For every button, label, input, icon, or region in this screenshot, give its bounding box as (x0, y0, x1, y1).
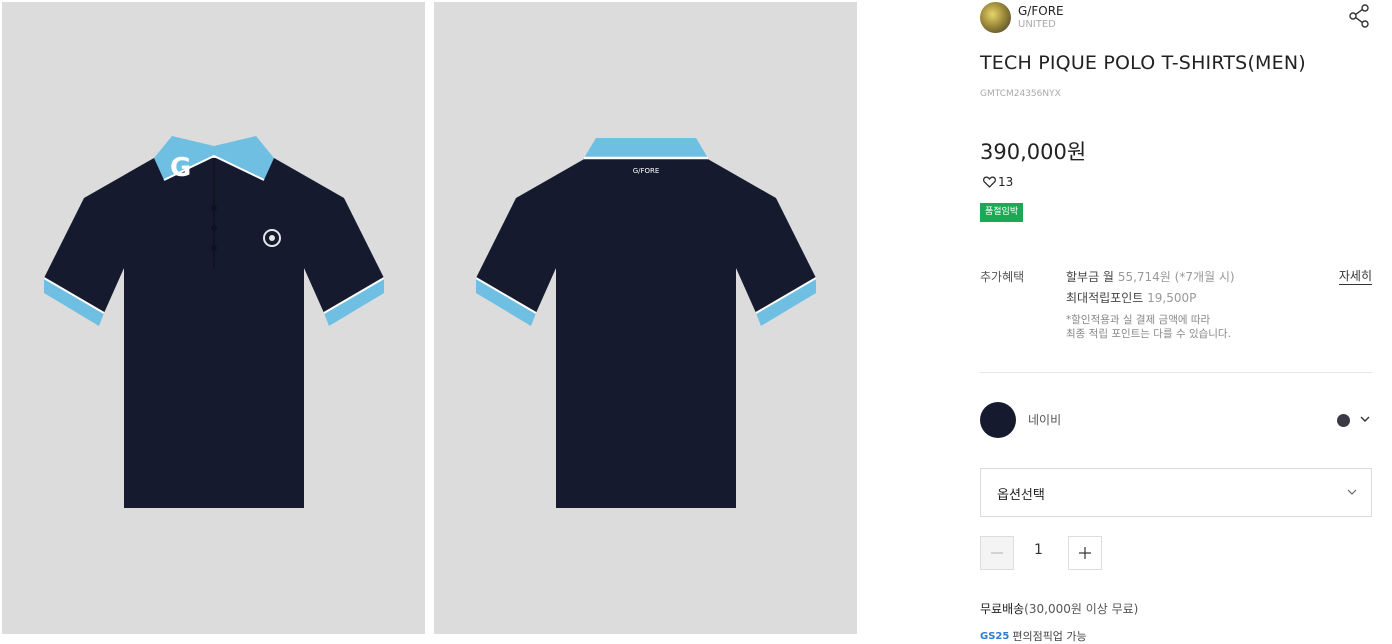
installment-value: 55,714원 (*7개월 시) (1117, 270, 1235, 284)
status-badge: 품절임박 (980, 203, 1024, 222)
product-image-back[interactable]: G/FORE (434, 2, 857, 634)
heart-icon (983, 176, 996, 188)
product-info-panel: G/FORE UNITED TECH PIQUE POLO T-SHIRTS(M… (980, 0, 1372, 643)
installment-label: 할부금 월 (1066, 270, 1114, 284)
product-title: TECH PIQUE POLO T-SHIRTS(MEN) (980, 52, 1306, 74)
brand-subtitle: UNITED (1018, 18, 1056, 30)
product-image-front[interactable]: G (2, 2, 425, 634)
points-value: 19,500P (1147, 291, 1197, 305)
product-code: GMTCM24356NYX (980, 89, 1061, 99)
color-selector[interactable]: 네이비 (980, 402, 1372, 438)
benefit-label: 추가혜택 (980, 270, 1025, 284)
chevron-down-icon (1347, 489, 1357, 495)
delivery-label: 무료배송 (980, 602, 1025, 616)
points-info: 최대적립포인트 19,500P (1066, 289, 1196, 306)
option-select-label: 옵션선택 (997, 488, 1045, 503)
product-price: 390,000원 (980, 140, 1087, 164)
delivery-condition: (30,000원 이상 무료) (1024, 602, 1139, 616)
quantity-value[interactable]: 1 (1034, 542, 1043, 558)
pickup-info: GS25 편의점픽업 가능 (980, 628, 1087, 644)
quantity-decrease-button[interactable] (980, 536, 1014, 570)
brand-block[interactable]: G/FORE UNITED (980, 2, 1064, 33)
minus-icon (991, 552, 1003, 554)
plus-icon (1079, 547, 1091, 559)
color-name: 네이비 (1028, 413, 1062, 427)
benefit-detail-link[interactable]: 자세히 (1338, 268, 1372, 285)
brand-avatar[interactable] (980, 2, 1011, 33)
chevron-down-icon[interactable] (1360, 415, 1370, 423)
quantity-increase-button[interactable] (1068, 536, 1102, 570)
brand-name[interactable]: G/FORE (1018, 4, 1064, 18)
divider (980, 372, 1372, 373)
points-note-line2: 최종 적립 포인트는 다를 수 있습니다. (1066, 328, 1231, 340)
back-logo-text: G/FORE (632, 167, 659, 175)
color-swatch-navy[interactable] (980, 402, 1016, 438)
polo-back-illustration: G/FORE (475, 138, 816, 508)
color-dot[interactable] (1337, 414, 1350, 427)
points-note-line1: *할인적용과 실 결제 금액에 따라 (1066, 314, 1211, 326)
share-icon[interactable] (1348, 4, 1370, 28)
polo-front-illustration: G (43, 136, 384, 508)
pickup-text: 편의점픽업 가능 (1012, 630, 1087, 643)
delivery-info: 무료배송(30,000원 이상 무료) (980, 600, 1138, 617)
option-select[interactable]: 옵션선택 (980, 468, 1372, 517)
like-count: 13 (998, 175, 1014, 189)
points-label: 최대적립포인트 (1066, 291, 1144, 305)
installment-info: 할부금 월 55,714원 (*7개월 시) (1066, 268, 1235, 285)
svg-text:G: G (170, 153, 191, 183)
like-button[interactable]: 13 (983, 175, 1013, 189)
